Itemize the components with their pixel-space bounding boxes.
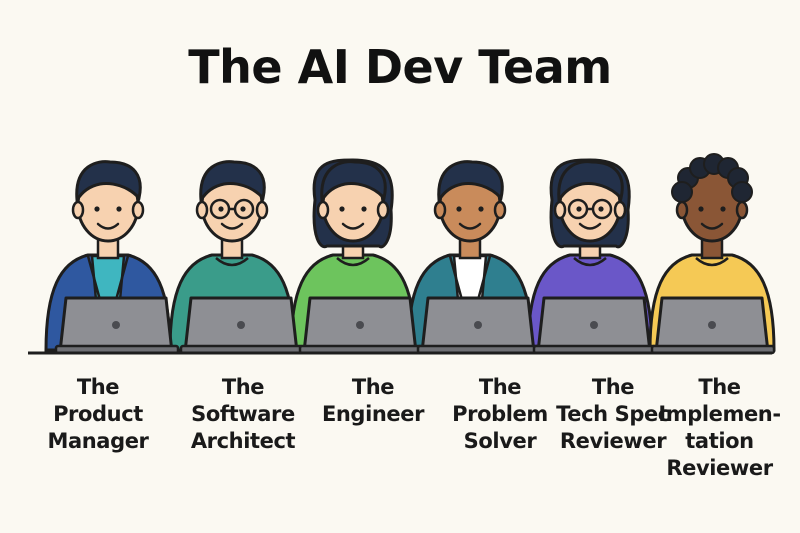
- undershirt: [90, 254, 126, 302]
- label-line: Product: [53, 402, 143, 426]
- laptop-logo: [112, 321, 120, 329]
- label-line: Tech Spec: [556, 402, 670, 426]
- ear: [255, 200, 269, 220]
- illustration-canvas: The AI Dev Team The Product Manager The Sof…: [0, 0, 800, 533]
- label-software-architect: The Software Architect: [178, 374, 308, 455]
- eye: [478, 206, 484, 212]
- label-product-manager: The Product Manager: [38, 374, 158, 455]
- eye: [576, 206, 582, 212]
- ear: [195, 200, 209, 220]
- label-line: The: [76, 375, 120, 399]
- eye: [361, 206, 367, 212]
- eye: [94, 206, 100, 212]
- undershirt: [452, 254, 488, 302]
- laptop-logo: [474, 321, 482, 329]
- ear: [71, 200, 85, 220]
- label-line: The: [351, 375, 395, 399]
- ear: [316, 200, 330, 220]
- label-line: The: [698, 375, 741, 399]
- eye: [218, 206, 224, 212]
- label-line: Software: [191, 402, 295, 426]
- label-line: Reviewer: [559, 429, 667, 453]
- label-line: The: [591, 375, 635, 399]
- laptop-icon: [650, 296, 776, 355]
- laptop-icon: [179, 296, 305, 355]
- curly-hair: [671, 181, 693, 203]
- ear: [433, 200, 447, 220]
- label-line: Reviewer: [666, 456, 773, 480]
- laptop-logo: [590, 321, 598, 329]
- laptop-icon: [54, 296, 180, 355]
- laptop-icon: [532, 296, 658, 355]
- eye: [720, 206, 726, 212]
- laptop-logo: [356, 321, 364, 329]
- ear: [675, 200, 689, 220]
- eye: [240, 206, 246, 212]
- laptop-icon: [416, 296, 542, 355]
- ear: [131, 200, 145, 220]
- laptop-logo: [708, 321, 716, 329]
- label-tech-spec-reviewer: The Tech Spec Reviewer: [553, 374, 673, 455]
- label-line: Manager: [47, 429, 149, 453]
- curly-hair: [731, 181, 753, 203]
- ear: [493, 200, 507, 220]
- eye: [456, 206, 462, 212]
- label-line: Engineer: [321, 402, 425, 426]
- label-line: The: [478, 375, 522, 399]
- ear: [376, 200, 390, 220]
- label-problem-solver: The Problem Solver: [440, 374, 560, 455]
- eye: [598, 206, 604, 212]
- label-line: tation: [685, 429, 754, 453]
- eye: [698, 206, 704, 212]
- label-line: Implemen-: [658, 402, 781, 426]
- ear: [553, 200, 567, 220]
- eye: [339, 206, 345, 212]
- label-engineer: The Engineer: [313, 374, 433, 428]
- laptop-icon: [298, 296, 424, 355]
- ear: [735, 200, 749, 220]
- label-line: Problem: [452, 402, 548, 426]
- ear: [613, 200, 627, 220]
- label-line: Architect: [190, 429, 296, 453]
- label-line: Solver: [463, 429, 537, 453]
- eye: [116, 206, 122, 212]
- label-line: The: [221, 375, 265, 399]
- laptop-logo: [237, 321, 245, 329]
- label-implementation-reviewer: The Implemen-tation Reviewer: [657, 374, 782, 482]
